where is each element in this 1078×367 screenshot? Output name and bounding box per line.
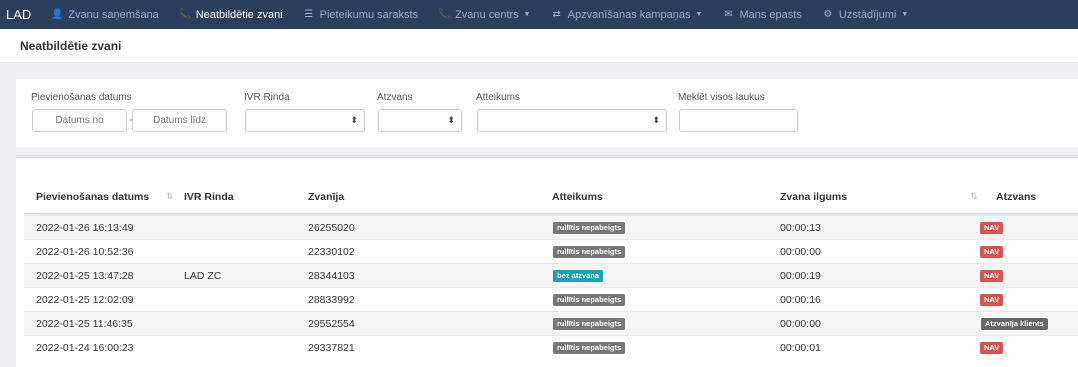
cell-duration: 00:00:00 <box>780 318 821 330</box>
reason-badge: rullītis nepabeigts <box>553 294 626 306</box>
cell-caller: 28833992 <box>308 294 355 306</box>
search-all-input[interactable] <box>679 109 798 132</box>
callback-badge: NAV <box>980 246 1004 258</box>
caret-down-icon: ▼ <box>695 11 703 18</box>
cell-caller: 22330102 <box>308 246 355 258</box>
gears-icon: ⚙ <box>823 9 833 20</box>
brand-logo[interactable]: LAD <box>6 7 31 22</box>
date-to-input[interactable] <box>132 109 227 132</box>
reason-badge: rullītis nepabeigts <box>553 342 626 354</box>
cell-duration: 00:00:00 <box>780 246 821 258</box>
callback-select[interactable]: ⬍ <box>378 109 462 132</box>
column-header-reason[interactable]: Atteikums <box>552 191 603 203</box>
page-header: Neatbildētie zvani <box>0 29 1078 63</box>
reason-select[interactable]: ⬍ <box>477 109 667 132</box>
cell-duration: 00:00:16 <box>780 294 821 306</box>
cell-caller: 26255020 <box>308 222 355 234</box>
nav-item-4[interactable]: ⇄ Apzvanīšanas kampaņas ▼ <box>551 8 703 21</box>
nav-item-3[interactable]: 📞 Zvanu centrs ▼ <box>438 9 531 21</box>
phone-icon: 📞 <box>438 9 451 20</box>
column-header-callback[interactable]: Atzvans <box>996 191 1036 203</box>
cell-duration: 00:00:19 <box>780 270 821 282</box>
select-arrow-icon: ⬍ <box>652 115 660 125</box>
user-icon: 👤 <box>51 9 64 20</box>
nav-item-label: Mans epasts <box>739 8 802 21</box>
reason-badge: bez atzvana <box>553 270 604 282</box>
cell-caller: 28344103 <box>308 270 355 282</box>
cell-date: 2022-01-25 11:46:35 <box>36 318 133 330</box>
select-arrow-icon: ⬍ <box>447 115 455 125</box>
envelope-icon: ✉ <box>724 9 733 20</box>
cell-date: 2022-01-25 12:02:09 <box>36 294 134 306</box>
reason-badge: rullītis nepabeigts <box>553 246 626 258</box>
callback-filter-label: Atzvans <box>377 92 413 103</box>
cell-duration: 00:00:01 <box>780 342 821 354</box>
table-row[interactable]: 2022-01-24 16:00:23 29337821 00:00:01 rullī… <box>24 335 1078 359</box>
cell-caller: 29552554 <box>308 318 355 330</box>
nav-item-5[interactable]: ✉ Mans epasts <box>722 8 802 21</box>
table-row[interactable]: 2022-01-26 10:52:36 22330102 00:00:00 rullī… <box>24 239 1078 263</box>
table-row[interactable]: 2022-01-25 11:46:35 29552554 00:00:00 rullī… <box>24 311 1078 335</box>
callback-badge: NAV <box>980 342 1004 354</box>
page-title: Neatbildētie zvani <box>20 38 122 53</box>
top-navbar: LAD 👤 Zvanu saņemšana 📞 Neatbildētie zvani ☰… <box>0 0 1078 29</box>
nav-item-label: Zvanu centrs <box>455 8 519 21</box>
table-row[interactable]: 2022-01-25 13:47:28 LAD ZC 28344103 00:00:1… <box>24 263 1078 287</box>
cell-date: 2022-01-26 10:52:36 <box>36 246 134 258</box>
nav-item-0[interactable]: 👤 Zvanu saņemšana <box>51 9 159 21</box>
cell-ivr: LAD ZC <box>184 270 222 282</box>
table-row[interactable]: 2022-01-25 12:02:09 28833992 00:00:16 rullī… <box>24 287 1078 311</box>
cell-date: 2022-01-24 16:00:23 <box>36 342 134 354</box>
callback-badge: NAV <box>980 270 1004 282</box>
callback-badge: NAV <box>980 222 1004 234</box>
column-header-caller[interactable]: Zvanīja <box>308 191 344 203</box>
sort-icon[interactable]: ⇅ <box>970 191 978 202</box>
ivr-select[interactable]: ⬍ <box>245 109 365 132</box>
reason-badge: rullītis nepabeigts <box>553 318 626 330</box>
cell-date: 2022-01-26 16:13:49 <box>36 222 134 234</box>
filter-panel: Pievienošanas datums - IVR Rinda ⬍ Atzva… <box>16 79 1078 147</box>
column-header-ivr[interactable]: IVR Rinda <box>184 191 234 203</box>
nav-item-label: Neatbildētie zvani <box>195 8 283 21</box>
caret-down-icon: ▼ <box>523 11 531 18</box>
nav-item-label: Apzvanīšanas kampaņas <box>567 8 691 21</box>
cell-caller: 29337821 <box>308 342 355 354</box>
sort-icon[interactable]: ⇅ <box>166 191 174 202</box>
calls-table: Pievienošanas datums ⇅ IVR Rinda Zvanīja… <box>16 155 1078 367</box>
ivr-filter-label: IVR Rinda <box>244 92 290 103</box>
reason-badge: rullītis nepabeigts <box>553 222 626 234</box>
campaign-icon: ⇄ <box>552 9 561 20</box>
cell-date: 2022-01-25 13:47:28 <box>36 270 134 282</box>
list-icon: ☰ <box>304 9 314 20</box>
nav-item-2[interactable]: ☰ Pieteikumu saraksts <box>303 9 418 21</box>
callback-badge: NAV <box>980 294 1004 306</box>
cell-duration: 00:00:13 <box>780 222 821 234</box>
nav-item-label: Pieteikumu saraksts <box>319 8 419 21</box>
table-row[interactable]: 2022-01-26 16:13:49 26255020 00:00:13 rullī… <box>24 215 1078 239</box>
phone-icon: 📞 <box>178 9 192 20</box>
reason-filter-label: Atteikums <box>476 92 520 103</box>
nav-item-label: Uzstādījumi <box>838 8 897 21</box>
date-filter-label: Pievienošanas datums <box>31 92 132 103</box>
caret-down-icon: ▼ <box>901 11 909 18</box>
callback-badge: Atzvanīja klients <box>981 318 1048 330</box>
column-header-date[interactable]: Pievienošanas datums <box>36 191 149 203</box>
nav-item-6[interactable]: ⚙ Uzstādījumi ▼ <box>822 9 908 21</box>
column-header-duration[interactable]: Zvana ilgums <box>780 191 847 203</box>
nav-item-1[interactable]: 📞 Neatbildētie zvani <box>179 9 283 21</box>
nav-item-label: Zvanu saņemšana <box>68 8 159 21</box>
date-from-input[interactable] <box>32 109 127 132</box>
select-arrow-icon: ⬍ <box>350 115 358 125</box>
search-filter-label: Meklēt visos laukus <box>678 92 765 103</box>
